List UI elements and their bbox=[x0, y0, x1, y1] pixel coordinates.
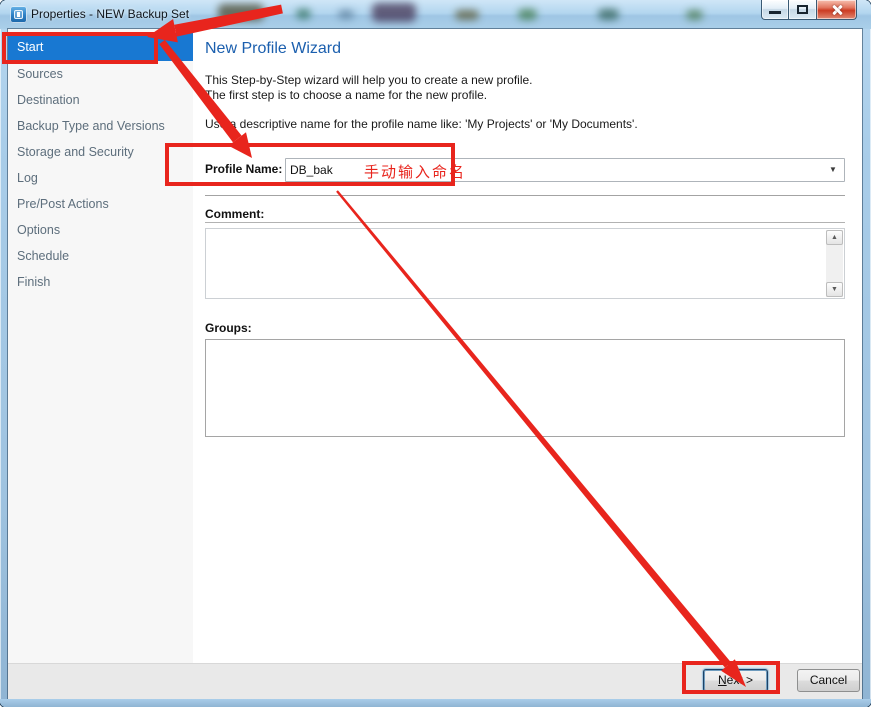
background-window-blob bbox=[518, 9, 537, 20]
page-title: New Profile Wizard bbox=[205, 40, 341, 58]
comment-label-rule bbox=[205, 222, 845, 223]
title-bar[interactable]: Properties - NEW Backup Set bbox=[0, 0, 871, 29]
dialog-footer: Next > Cancel bbox=[8, 663, 862, 699]
comment-text-area[interactable] bbox=[208, 231, 824, 296]
sidebar-item-options[interactable]: Options bbox=[8, 217, 193, 243]
maximize-button[interactable] bbox=[789, 0, 817, 20]
window-title: Properties - NEW Backup Set bbox=[31, 7, 189, 21]
minimize-button[interactable] bbox=[761, 0, 789, 20]
sidebar-item-finish[interactable]: Finish bbox=[8, 269, 193, 295]
background-window-blob bbox=[218, 4, 264, 21]
section-divider bbox=[205, 195, 845, 196]
comment-label: Comment: bbox=[205, 207, 264, 221]
window-bottom-border bbox=[0, 699, 871, 707]
background-window-blob bbox=[296, 9, 311, 19]
sidebar-item-pre-post-actions[interactable]: Pre/Post Actions bbox=[8, 191, 193, 217]
sidebar-item-backup-type-and-versions[interactable]: Backup Type and Versions bbox=[8, 113, 193, 139]
profile-name-combobox[interactable]: 手动输入命名 ▼ bbox=[285, 158, 845, 182]
wizard-step-sidebar: Start Sources Destination Backup Type an… bbox=[8, 29, 193, 663]
window-controls bbox=[761, 0, 857, 20]
wizard-intro-text: This Step-by-Step wizard will help you t… bbox=[205, 73, 533, 103]
comment-scrollbar[interactable]: ▲ ▼ bbox=[826, 230, 843, 297]
chevron-down-icon[interactable]: ▼ bbox=[824, 161, 842, 179]
intro-line-2: The first step is to choose a name for t… bbox=[205, 88, 533, 103]
background-window-blob bbox=[372, 3, 416, 22]
cancel-button[interactable]: Cancel bbox=[797, 669, 860, 692]
scroll-down-icon[interactable]: ▼ bbox=[826, 282, 843, 297]
next-button[interactable]: Next > bbox=[703, 669, 768, 692]
groups-field[interactable] bbox=[205, 339, 845, 437]
sidebar-item-sources[interactable]: Sources bbox=[8, 61, 193, 87]
properties-dialog-window: Properties - NEW Backup Set Start Source… bbox=[0, 0, 871, 707]
background-window-blob bbox=[598, 9, 619, 20]
dialog-client-area: Start Sources Destination Backup Type an… bbox=[8, 29, 862, 699]
next-button-accesskey: N bbox=[718, 673, 727, 687]
comment-field[interactable]: ▲ ▼ bbox=[205, 228, 845, 299]
sidebar-item-storage-and-security[interactable]: Storage and Security bbox=[8, 139, 193, 165]
scroll-up-icon[interactable]: ▲ bbox=[826, 230, 843, 245]
profile-name-label: Profile Name: bbox=[205, 162, 282, 176]
close-icon bbox=[830, 3, 844, 17]
sidebar-item-start[interactable]: Start bbox=[8, 33, 193, 61]
close-button[interactable] bbox=[817, 0, 857, 20]
app-icon-dot bbox=[17, 12, 20, 17]
background-window-blob bbox=[455, 10, 479, 20]
profile-name-annotation-text: 手动输入命名 bbox=[364, 161, 466, 182]
sidebar-item-schedule[interactable]: Schedule bbox=[8, 243, 193, 269]
sidebar-item-destination[interactable]: Destination bbox=[8, 87, 193, 113]
background-window-blob bbox=[686, 10, 703, 20]
profile-name-input[interactable] bbox=[290, 160, 360, 180]
background-window-blob bbox=[338, 10, 354, 19]
profile-name-hint: Use a descriptive name for the profile n… bbox=[205, 117, 638, 131]
next-button-label: ext > bbox=[727, 673, 753, 687]
sidebar-item-log[interactable]: Log bbox=[8, 165, 193, 191]
minimize-icon bbox=[769, 11, 781, 14]
maximize-icon bbox=[797, 5, 808, 14]
wizard-content-panel: New Profile Wizard This Step-by-Step wiz… bbox=[193, 29, 862, 663]
groups-label: Groups: bbox=[205, 321, 252, 335]
app-icon[interactable] bbox=[10, 6, 27, 23]
intro-line-1: This Step-by-Step wizard will help you t… bbox=[205, 73, 533, 88]
